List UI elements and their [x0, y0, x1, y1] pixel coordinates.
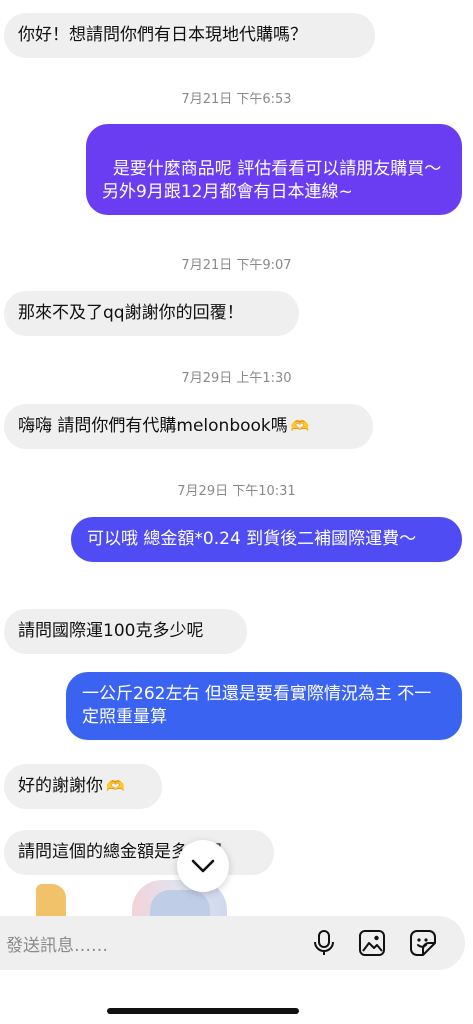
sticker-button[interactable] [409, 929, 437, 957]
message-text: 那來不及了qq謝謝你的回覆！ [18, 303, 244, 323]
message-incoming[interactable]: 請問國際運100克多少呢 [4, 609, 247, 654]
message-outgoing[interactable]: 可以哦 總金額*0.24 到貨後二補國際運費～ [71, 517, 462, 562]
message-text: 可以哦 總金額*0.24 到貨後二補國際運費～ [87, 529, 417, 549]
message-text: 是要什麼商品呢 評估看看可以請朋友購買～ 另外9月跟12月都會有日本連線~ [102, 159, 442, 202]
heart-hands-emoji: 🫶 [106, 777, 125, 795]
message-incoming[interactable]: 請問這個的總金額是多少呢 [4, 830, 274, 875]
microphone-button[interactable] [310, 929, 338, 957]
message-outgoing[interactable]: 是要什麼商品呢 評估看看可以請朋友購買～ 另外9月跟12月都會有日本連線~ [86, 124, 462, 215]
message-outgoing[interactable]: 一公斤262左右 但還是要看實際情況為主 不一定照重量算 [66, 672, 462, 740]
message-text: 請問國際運100克多少呢 [18, 621, 204, 641]
message-incoming[interactable]: 好的謝謝你 🫶 [4, 764, 162, 809]
message-text: 嗨嗨 請問你們有代購melonbook嗎 [18, 416, 288, 436]
home-indicator [107, 1008, 299, 1014]
chevron-down-icon [191, 859, 215, 873]
heart-hands-emoji: 🫶 [290, 417, 310, 435]
message-incoming[interactable]: 那來不及了qq謝謝你的回覆！ [4, 291, 299, 336]
gallery-button[interactable] [358, 929, 386, 957]
sticker-icon [410, 930, 436, 956]
scroll-down-button[interactable] [177, 840, 229, 892]
message-composer[interactable]: 發送訊息…… [0, 916, 465, 970]
message-text: 你好！想請問你們有日本現地代購嗎？ [18, 25, 307, 45]
message-input[interactable]: 發送訊息…… [6, 931, 108, 956]
image-fragment [36, 884, 66, 916]
timestamp: 7月29日 上午1:30 [181, 371, 292, 386]
message-incoming[interactable]: 嗨嗨 請問你們有代購melonbook嗎 🫶 [4, 404, 373, 449]
timestamp: 7月21日 下午6:53 [181, 92, 292, 107]
timestamp: 7月21日 下午9:07 [181, 258, 292, 273]
image-fragment [150, 890, 210, 916]
timestamp: 7月29日 下午10:31 [177, 484, 296, 499]
message-text: 一公斤262左右 但還是要看實際情況為主 不一定照重量算 [82, 684, 432, 727]
message-text: 好的謝謝你 [18, 776, 103, 796]
microphone-icon [314, 930, 334, 955]
image-icon [359, 930, 385, 956]
message-incoming[interactable]: 你好！想請問你們有日本現地代購嗎？ [4, 13, 375, 58]
